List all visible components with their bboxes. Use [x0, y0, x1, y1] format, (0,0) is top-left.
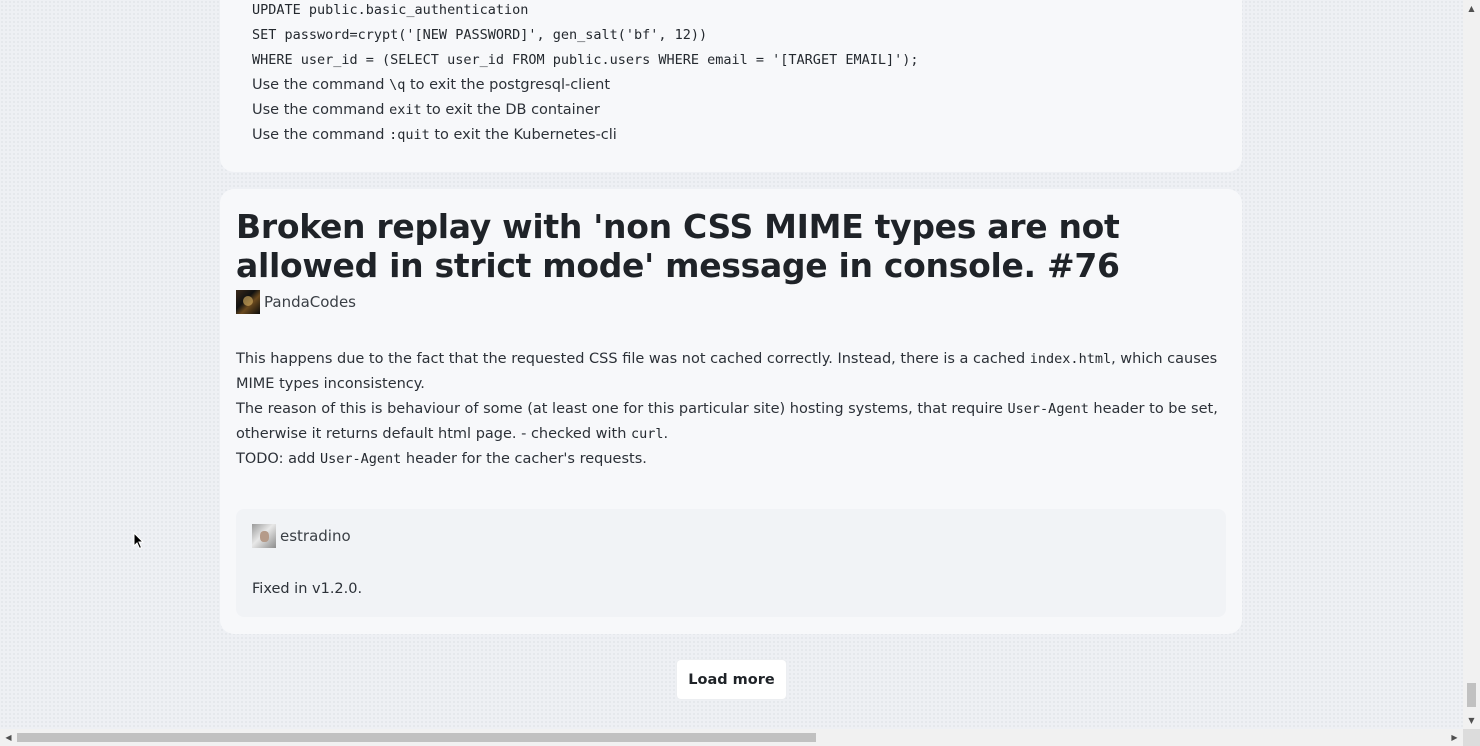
scroll-up-icon[interactable]: ▲: [1463, 0, 1480, 17]
inline-code: :quit: [389, 127, 430, 143]
code-line: WHERE user_id = (SELECT user_id FROM pub…: [252, 52, 919, 68]
horizontal-scrollbar[interactable]: ◀ ▶: [0, 729, 1463, 746]
vertical-scrollbar[interactable]: ▲ ▼: [1463, 0, 1480, 729]
load-more-button[interactable]: Load more: [677, 660, 786, 699]
code-line: SET password=crypt('[NEW PASSWORD]', gen…: [252, 27, 708, 43]
scrollbar-corner: [1463, 729, 1480, 746]
issue-title: Broken replay with 'non CSS MIME types a…: [236, 207, 1120, 285]
inline-code: index.html: [1029, 351, 1112, 367]
inline-code: curl: [631, 426, 664, 442]
scroll-down-icon[interactable]: ▼: [1463, 712, 1480, 729]
issue-body: This happens due to the fact that the re…: [236, 347, 1226, 472]
exit-instruction: Use the command exit to exit the DB cont…: [252, 102, 600, 118]
body-paragraph: The reason of this is behaviour of some …: [236, 401, 1218, 442]
comment: estradino Fixed in v1.2.0.: [236, 509, 1226, 617]
issue-card: Broken replay with 'non CSS MIME types a…: [220, 189, 1242, 634]
code-line: UPDATE public.basic_authentication: [252, 2, 529, 18]
comment-author: estradino: [252, 523, 1210, 549]
avatar-icon: [252, 524, 276, 548]
inline-code: User-Agent: [320, 451, 402, 467]
author-name[interactable]: estradino: [280, 527, 351, 545]
scroll-thumb[interactable]: [17, 733, 816, 742]
author-name[interactable]: PandaCodes: [264, 293, 356, 311]
mouse-cursor-icon: [133, 532, 145, 550]
exit-instruction: Use the command :quit to exit the Kubern…: [252, 127, 617, 143]
body-paragraph: TODO: add User-Agent header for the cach…: [236, 451, 647, 467]
avatar-icon: [236, 290, 260, 314]
inline-code: User-Agent: [1007, 401, 1089, 417]
exit-instruction: Use the command \q to exit the postgresq…: [252, 77, 611, 93]
previous-issue-card: UPDATE public.basic_authentication SET p…: [220, 0, 1242, 172]
scroll-right-icon[interactable]: ▶: [1446, 729, 1463, 746]
issue-author: PandaCodes: [236, 289, 1226, 315]
scroll-left-icon[interactable]: ◀: [0, 729, 17, 746]
inline-code: exit: [389, 102, 422, 118]
scroll-thumb[interactable]: [1467, 683, 1476, 707]
inline-code: \q: [389, 77, 406, 93]
comment-text: Fixed in v1.2.0.: [252, 581, 363, 597]
body-paragraph: This happens due to the fact that the re…: [236, 351, 1218, 392]
